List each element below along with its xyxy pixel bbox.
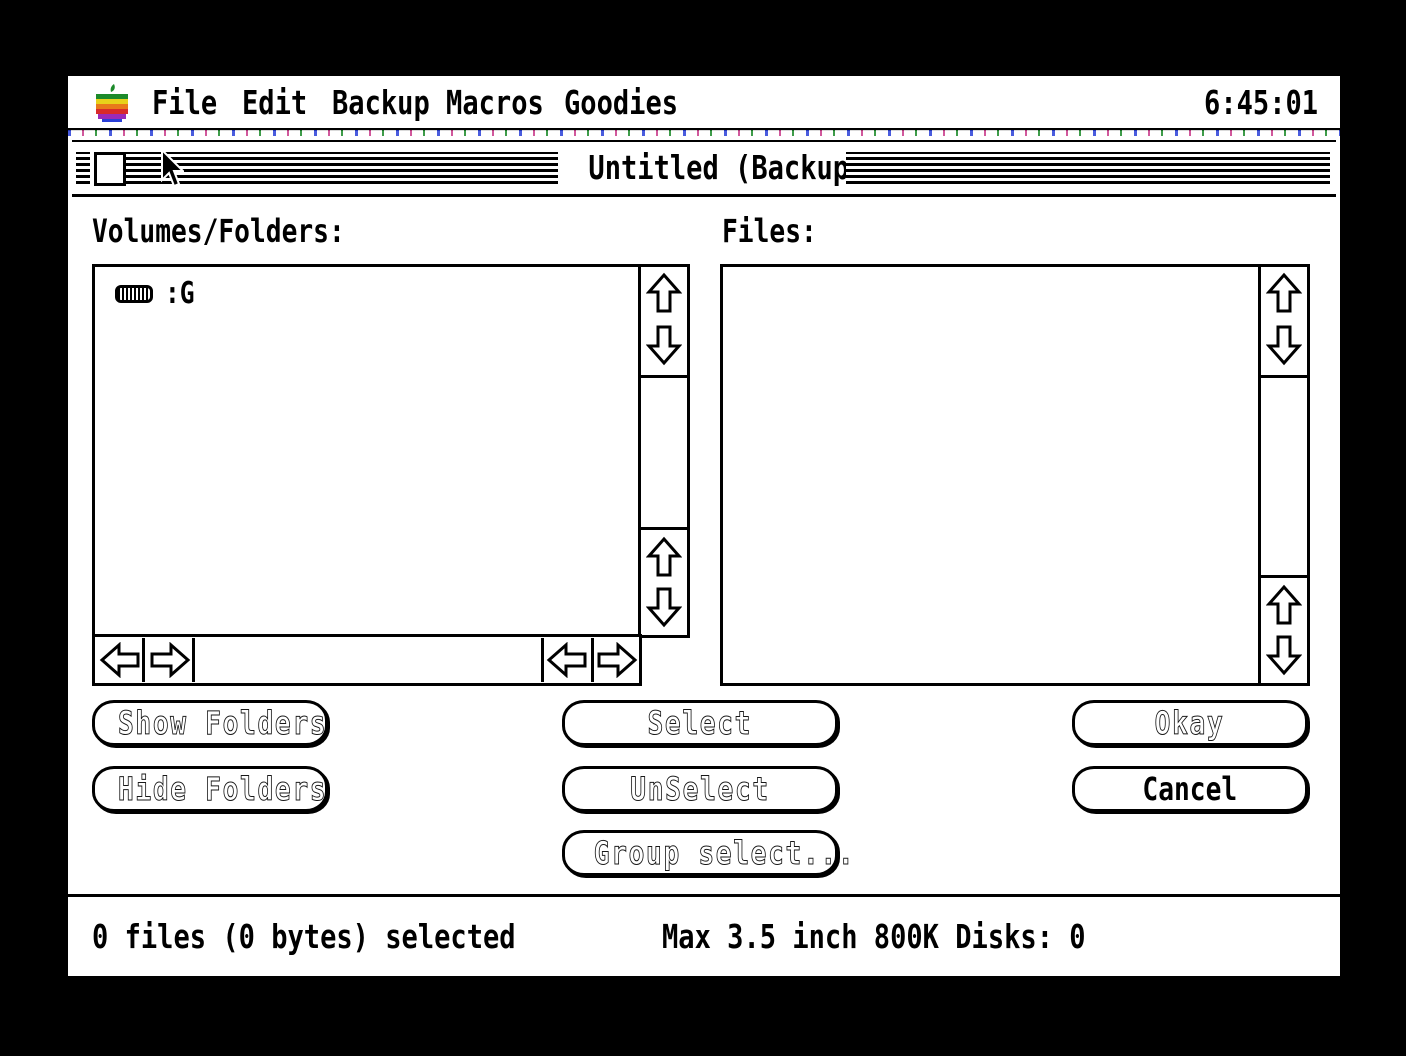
menu-backup-macros[interactable]: Backup Macros — [332, 82, 544, 124]
close-box-icon[interactable] — [94, 152, 126, 186]
left-arrow-icon — [99, 642, 139, 678]
volumes-scroll-down-top[interactable] — [642, 321, 686, 369]
volumes-horizontal-scrollbar[interactable] — [92, 634, 642, 686]
menu-goodies[interactable]: Goodies — [564, 82, 678, 124]
window-title-bar[interactable]: Untitled (Backup) — [72, 140, 1336, 197]
screen-artifact-line — [68, 130, 1340, 136]
files-scroll-up-bottom[interactable] — [1262, 581, 1306, 629]
selection-status: 0 files (0 bytes) selected — [92, 917, 516, 956]
down-arrow-icon — [1266, 635, 1302, 676]
title-stripes-right — [846, 152, 1330, 184]
volumes-scroll-left-start[interactable] — [97, 638, 145, 682]
menu-edit[interactable]: Edit — [242, 82, 307, 124]
files-scroll-down-top[interactable] — [1262, 321, 1306, 369]
volumes-folders-list[interactable]: :G — [92, 264, 644, 638]
files-vertical-scrollbar[interactable] — [1258, 264, 1310, 686]
right-arrow-icon — [150, 642, 190, 678]
volumes-vertical-scrollbar[interactable] — [638, 264, 690, 638]
group-select-button[interactable]: Group select... — [562, 830, 854, 876]
screen: File Edit Backup Macros Goodies 6:45:01 … — [68, 76, 1340, 980]
down-arrow-icon — [1266, 325, 1302, 366]
volumes-scroll-up-bottom[interactable] — [642, 533, 686, 581]
title-stripes-left-edge — [76, 152, 90, 184]
menu-clock: 6:45:01 — [1203, 83, 1318, 122]
volumes-scroll-down-bottom[interactable] — [642, 583, 686, 631]
scroll-divider — [641, 527, 687, 530]
volumes-scroll-left-end[interactable] — [541, 638, 589, 682]
files-scroll-down-bottom[interactable] — [1262, 631, 1306, 679]
title-stripes-left — [126, 152, 558, 184]
files-list[interactable] — [720, 264, 1264, 686]
scroll-divider — [1261, 375, 1307, 378]
mouse-pointer-icon — [161, 148, 184, 188]
files-label: Files: — [722, 212, 817, 250]
menu-bar: File Edit Backup Macros Goodies 6:45:01 — [68, 76, 1340, 131]
up-arrow-icon — [1266, 272, 1302, 313]
menu-file[interactable]: File — [152, 82, 217, 124]
up-arrow-icon — [1266, 584, 1302, 625]
select-button[interactable]: Select — [562, 700, 838, 746]
window-title: Untitled (Backup) — [558, 146, 865, 190]
disk-count-status: Max 3.5 inch 800K Disks: 0 — [662, 917, 1086, 956]
list-item[interactable]: :G — [115, 275, 201, 311]
apple-menu-icon[interactable] — [94, 82, 130, 122]
scroll-divider — [1261, 575, 1307, 578]
down-arrow-icon — [646, 325, 682, 366]
volumes-scroll-up-top[interactable] — [642, 269, 686, 317]
status-bar: 0 files (0 bytes) selected Max 3.5 inch … — [68, 894, 1340, 980]
cancel-button[interactable]: Cancel — [1072, 766, 1308, 812]
okay-button[interactable]: Okay — [1072, 700, 1308, 746]
down-arrow-icon — [646, 587, 682, 628]
files-scroll-up-top[interactable] — [1262, 269, 1306, 317]
up-arrow-icon — [646, 272, 682, 313]
left-arrow-icon — [546, 642, 586, 678]
volumes-scroll-right-end[interactable] — [591, 638, 639, 682]
unselect-button[interactable]: UnSelect — [562, 766, 838, 812]
up-arrow-icon — [646, 536, 682, 577]
hide-folders-button[interactable]: Hide Folders — [92, 766, 328, 812]
volumes-folders-label: Volumes/Folders: — [92, 212, 345, 250]
volumes-scroll-right-start[interactable] — [147, 638, 195, 682]
scroll-divider — [641, 375, 687, 378]
right-arrow-icon — [597, 642, 637, 678]
hard-drive-icon — [115, 284, 153, 303]
show-folders-button[interactable]: Show Folders — [92, 700, 328, 746]
